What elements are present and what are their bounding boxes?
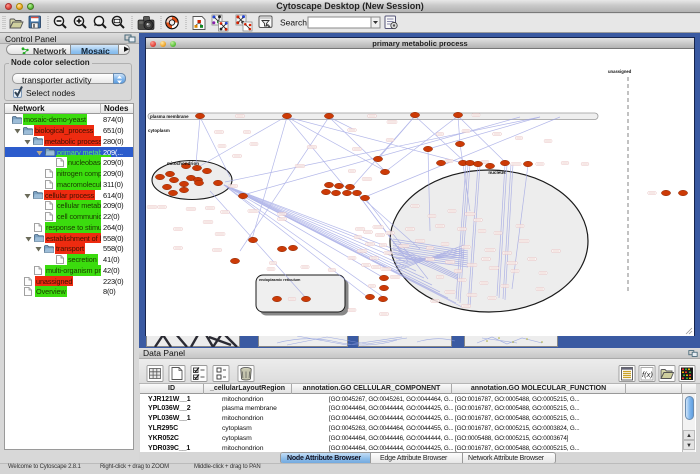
svg-text:endoplasmic reticulum: endoplasmic reticulum <box>259 278 301 282</box>
svg-text:f(x): f(x) <box>642 370 653 379</box>
svg-text:Search:: Search: <box>280 18 309 28</box>
svg-text:cytoplasm: cytoplasm <box>148 128 170 133</box>
svg-text:mitochondrion: mitochondrion <box>167 161 199 166</box>
svg-text:unassigned: unassigned <box>608 69 632 74</box>
svg-text:nucleus: nucleus <box>488 170 506 175</box>
svg-text:plasma membrane: plasma membrane <box>150 114 189 119</box>
